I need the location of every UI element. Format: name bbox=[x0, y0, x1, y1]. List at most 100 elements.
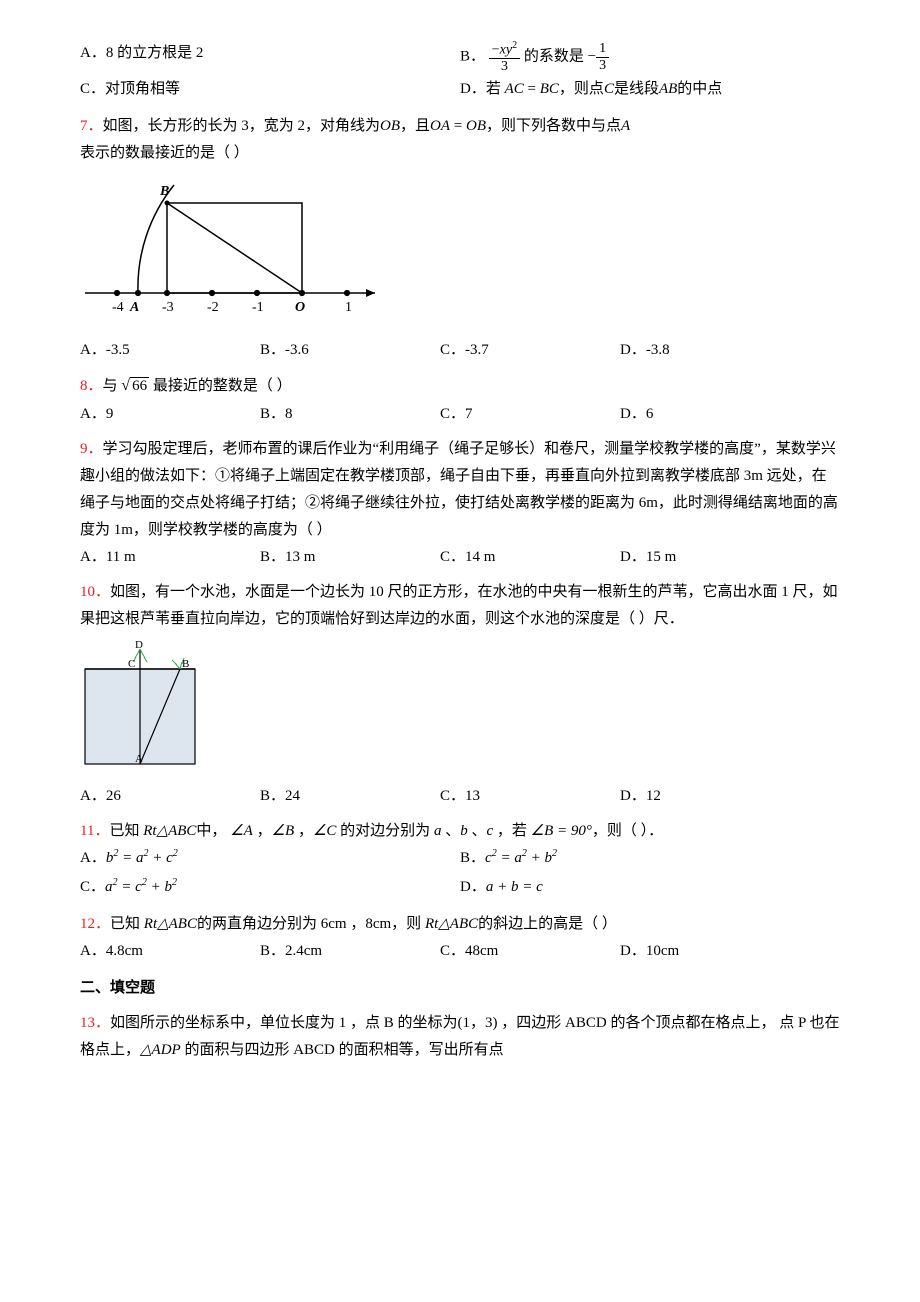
q12-opt-a: A．4.8cm bbox=[80, 938, 260, 965]
q13: 13．如图所示的坐标系中，单位长度为 1 ，点 B 的坐标为(1，3) ，四边形… bbox=[80, 1010, 840, 1064]
var: ∠C bbox=[313, 823, 336, 839]
t: ，则（ ）． bbox=[592, 823, 663, 839]
l: D． bbox=[620, 943, 646, 959]
l: C． bbox=[440, 549, 465, 565]
t: 9 bbox=[106, 406, 114, 422]
t: -3.6 bbox=[285, 342, 309, 358]
pool-diagram: D C B A bbox=[80, 639, 200, 769]
l: A． bbox=[80, 406, 106, 422]
q10-opt-b: B．24 bbox=[260, 783, 440, 810]
fraction: −xy23 bbox=[489, 40, 520, 74]
q-text: 表示的数最接近的是（ ） bbox=[80, 145, 249, 161]
opt-text: 8 的立方根是 2 bbox=[106, 45, 204, 61]
var: b bbox=[460, 823, 468, 839]
l: A． bbox=[80, 943, 106, 959]
q9-options: A．11 m B．13 m C．14 m D．15 m bbox=[80, 544, 840, 571]
sqrt: 66 bbox=[121, 372, 149, 401]
q9-opt-b: B．13 m bbox=[260, 544, 440, 571]
t: 若 bbox=[486, 81, 501, 97]
t: 已知 bbox=[109, 823, 139, 839]
l: A． bbox=[80, 788, 106, 804]
svg-text:O: O bbox=[295, 300, 305, 315]
l: B． bbox=[260, 943, 285, 959]
q8-options: A．9 B．8 C．7 D．6 bbox=[80, 401, 840, 428]
var: AB bbox=[659, 81, 677, 97]
l: B． bbox=[460, 850, 485, 866]
t: -3.8 bbox=[646, 342, 670, 358]
t: 10cm bbox=[646, 943, 679, 959]
t: 中， bbox=[196, 823, 226, 839]
number-line-diagram: -4 -3 -2 -1 1 A O B bbox=[80, 173, 390, 323]
l: B． bbox=[260, 788, 285, 804]
l: D． bbox=[460, 879, 486, 895]
svg-text:A: A bbox=[135, 753, 143, 765]
t: 的中点 bbox=[677, 81, 722, 97]
opt-label: D． bbox=[460, 81, 486, 97]
t: -3.5 bbox=[106, 342, 130, 358]
svg-text:1: 1 bbox=[345, 300, 352, 315]
var: ∠B bbox=[272, 823, 295, 839]
t: 15 m bbox=[646, 549, 676, 565]
q9-opt-d: D．15 m bbox=[620, 544, 800, 571]
t: 2.4cm bbox=[285, 943, 322, 959]
var: Rt△ABC bbox=[143, 823, 196, 839]
q10-opt-c: C．13 bbox=[440, 783, 620, 810]
q9: 9．学习勾股定理后，老师布置的课后作业为“利用绳子（绳子足够长）和卷尺，测量学校… bbox=[80, 436, 840, 544]
q8-opt-d: D．6 bbox=[620, 401, 800, 428]
t: 11 m bbox=[106, 549, 136, 565]
t: 26 bbox=[106, 788, 121, 804]
q11-opt-c: C．a2 = c2 + b2 bbox=[80, 874, 460, 901]
fraction: 13 bbox=[596, 41, 609, 73]
q10-opt-a: A．26 bbox=[80, 783, 260, 810]
var: △ADP bbox=[140, 1042, 181, 1058]
q7-figure: -4 -3 -2 -1 1 A O B bbox=[80, 173, 840, 333]
q-text: 如图，有一个水池，水面是一个边长为 10 尺的正方形，在水池的中央有一根新生的芦… bbox=[80, 584, 838, 627]
svg-text:-2: -2 bbox=[207, 300, 219, 315]
t: -3.7 bbox=[465, 342, 489, 358]
svg-text:C: C bbox=[128, 658, 135, 670]
q-number: 9． bbox=[80, 441, 103, 457]
q6-opt-b: B． −xy23 的系数是 −13 bbox=[460, 40, 840, 74]
q-number: 7． bbox=[80, 118, 103, 134]
var: AC bbox=[505, 81, 524, 97]
var: C bbox=[604, 81, 614, 97]
t: 14 m bbox=[465, 549, 495, 565]
t: 13 bbox=[465, 788, 480, 804]
q-text: ，则下列各数中与点 bbox=[486, 118, 621, 134]
l: D． bbox=[620, 406, 646, 422]
var: Rt△ABC bbox=[144, 916, 197, 932]
l: A． bbox=[80, 549, 106, 565]
q-text: 学习勾股定理后，老师布置的课后作业为“利用绳子（绳子足够长）和卷尺，测量学校教学… bbox=[80, 441, 838, 538]
q9-opt-a: A．11 m bbox=[80, 544, 260, 571]
var: Rt△ABC bbox=[425, 916, 478, 932]
var: OA bbox=[430, 118, 450, 134]
q7-opt-d: D．-3.8 bbox=[620, 337, 800, 364]
t: 48cm bbox=[465, 943, 498, 959]
t: 8 bbox=[285, 406, 293, 422]
q12-opt-b: B．2.4cm bbox=[260, 938, 440, 965]
l: C． bbox=[80, 879, 105, 895]
var: OB bbox=[466, 118, 486, 134]
l: A． bbox=[80, 850, 106, 866]
q12: 12．已知 Rt△ABC的两直角边分别为 6cm ，8cm，则 Rt△ABC的斜… bbox=[80, 911, 840, 938]
t: 的对边分别为 bbox=[340, 823, 430, 839]
var: ∠A bbox=[230, 823, 253, 839]
t: 的斜边上的高是（ ） bbox=[478, 916, 617, 932]
q8-opt-b: B．8 bbox=[260, 401, 440, 428]
l: C． bbox=[440, 788, 465, 804]
q-text: ，且 bbox=[400, 118, 430, 134]
l: D． bbox=[620, 549, 646, 565]
svg-text:-3: -3 bbox=[162, 300, 174, 315]
q12-options: A．4.8cm B．2.4cm C．48cm D．10cm bbox=[80, 938, 840, 965]
opt-label: A． bbox=[80, 45, 106, 61]
l: C． bbox=[440, 406, 465, 422]
var: c bbox=[486, 823, 493, 839]
q7: 7．如图，长方形的长为 3，宽为 2，对角线为OB，且OA = OB，则下列各数… bbox=[80, 113, 840, 167]
q11-opt-b: B．c2 = a2 + b2 bbox=[460, 845, 840, 872]
t: 已知 bbox=[110, 916, 140, 932]
svg-text:-4: -4 bbox=[112, 300, 124, 315]
t: 6 bbox=[646, 406, 654, 422]
l: C． bbox=[440, 342, 465, 358]
var: BC bbox=[540, 81, 559, 97]
l: D． bbox=[620, 342, 646, 358]
